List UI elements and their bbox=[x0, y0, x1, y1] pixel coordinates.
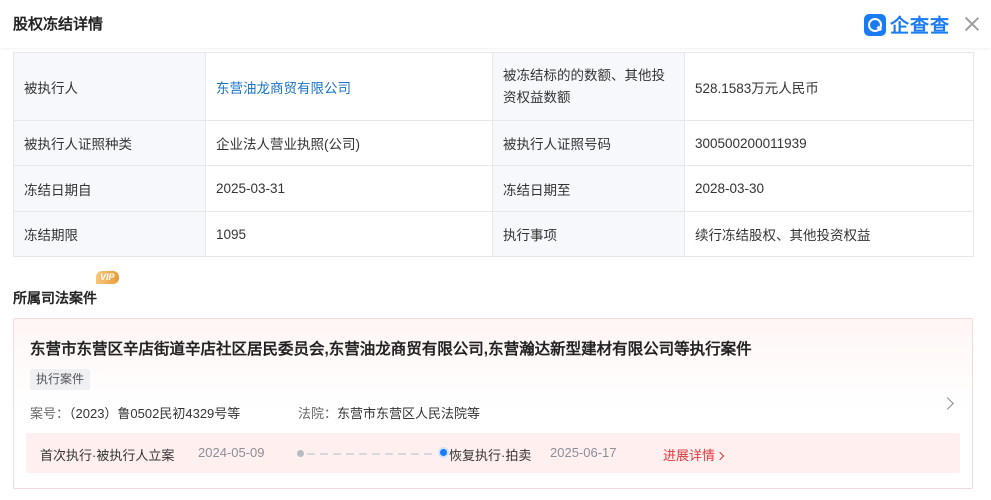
freeze-end-value: 2028-03-30 bbox=[684, 165, 974, 212]
label-license-number: 被执行人证照号码 bbox=[492, 120, 685, 166]
close-icon[interactable] bbox=[962, 14, 982, 34]
vip-badge: VIP bbox=[96, 271, 119, 284]
judicial-case-card[interactable]: 东营市东营区辛店街道辛店社区居民委员会,东营油龙商贸有限公司,东营瀚达新型建材有… bbox=[13, 318, 973, 489]
table-row: 被执行人证照种类 企业法人营业执照(公司) 被执行人证照号码 300500200… bbox=[13, 120, 974, 166]
case-number-label: 案号： bbox=[30, 406, 70, 421]
label-freeze-period: 冻结期限 bbox=[13, 211, 206, 257]
page-title: 股权冻结详情 bbox=[13, 16, 104, 33]
timeline-current-dot-icon bbox=[438, 447, 449, 458]
freeze-detail-table: 被执行人 东营油龙商贸有限公司 被冻结标的的数额、其他投资权益数额 528.15… bbox=[13, 52, 974, 257]
timeline-step1-date: 2024-05-09 bbox=[198, 445, 265, 460]
license-number-value: 300500200011939 bbox=[684, 120, 974, 166]
case-title: 东营市东营区辛店街道辛店社区居民委员会,东营油龙商贸有限公司,东营瀚达新型建材有… bbox=[30, 341, 752, 358]
execution-matter-value: 续行冻结股权、其他投资权益 bbox=[684, 211, 974, 257]
table-row: 冻结期限 1095 执行事项 续行冻结股权、其他投资权益 bbox=[13, 211, 974, 257]
label-executed-person: 被执行人 bbox=[13, 52, 206, 121]
court: 法院：东营市东营区人民法院等 bbox=[298, 403, 480, 422]
qichacha-logo: 企查查 bbox=[864, 11, 950, 38]
executed-person-link[interactable]: 东营油龙商贸有限公司 bbox=[205, 52, 493, 121]
timeline-step2-label: 恢复执行·拍卖 bbox=[449, 448, 532, 463]
chevron-right-icon[interactable] bbox=[940, 395, 956, 411]
label-freeze-end: 冻结日期至 bbox=[492, 165, 685, 212]
timeline-step1-label: 首次执行·被执行人立案 bbox=[40, 448, 175, 463]
chevron-right-icon bbox=[715, 451, 725, 461]
progress-details-label: 进展详情 bbox=[663, 448, 716, 463]
case-number: 案号：（2023）鲁0502民初4329号等 bbox=[30, 403, 240, 422]
freeze-start-value: 2025-03-31 bbox=[205, 165, 493, 212]
dialog-header: 股权冻结详情 企查查 bbox=[0, 0, 991, 48]
timeline-dot-icon bbox=[297, 450, 304, 457]
court-value: 东营市东营区人民法院等 bbox=[337, 406, 481, 421]
case-type-tag: 执行案件 bbox=[30, 369, 91, 390]
section-title-judicial-cases: 所属司法案件 bbox=[13, 290, 97, 306]
qichacha-logo-icon bbox=[864, 13, 886, 36]
case-number-value: （2023）鲁0502民初4329号等 bbox=[69, 406, 241, 421]
label-frozen-amount: 被冻结标的的数额、其他投资权益数额 bbox=[492, 52, 685, 121]
court-label: 法院： bbox=[298, 406, 338, 421]
frozen-amount-value: 528.1583万元人民币 bbox=[684, 52, 974, 121]
freeze-period-value: 1095 bbox=[205, 211, 493, 257]
progress-details-link[interactable]: 进展详情 bbox=[663, 445, 725, 464]
label-execution-matter: 执行事项 bbox=[492, 211, 685, 257]
logo-text: 企查查 bbox=[890, 16, 951, 37]
license-type-value: 企业法人营业执照(公司) bbox=[205, 120, 493, 166]
timeline-connector bbox=[307, 453, 437, 455]
table-row: 被执行人 东营油龙商贸有限公司 被冻结标的的数额、其他投资权益数额 528.15… bbox=[13, 52, 974, 121]
case-progress-timeline: 首次执行·被执行人立案 2024-05-09 恢复执行·拍卖 2025-06-1… bbox=[26, 433, 960, 473]
label-license-type: 被执行人证照种类 bbox=[13, 120, 206, 166]
timeline-step2-date: 2025-06-17 bbox=[550, 445, 617, 460]
table-row: 冻结日期自 2025-03-31 冻结日期至 2028-03-30 bbox=[13, 165, 974, 212]
label-freeze-start: 冻结日期自 bbox=[13, 165, 206, 212]
